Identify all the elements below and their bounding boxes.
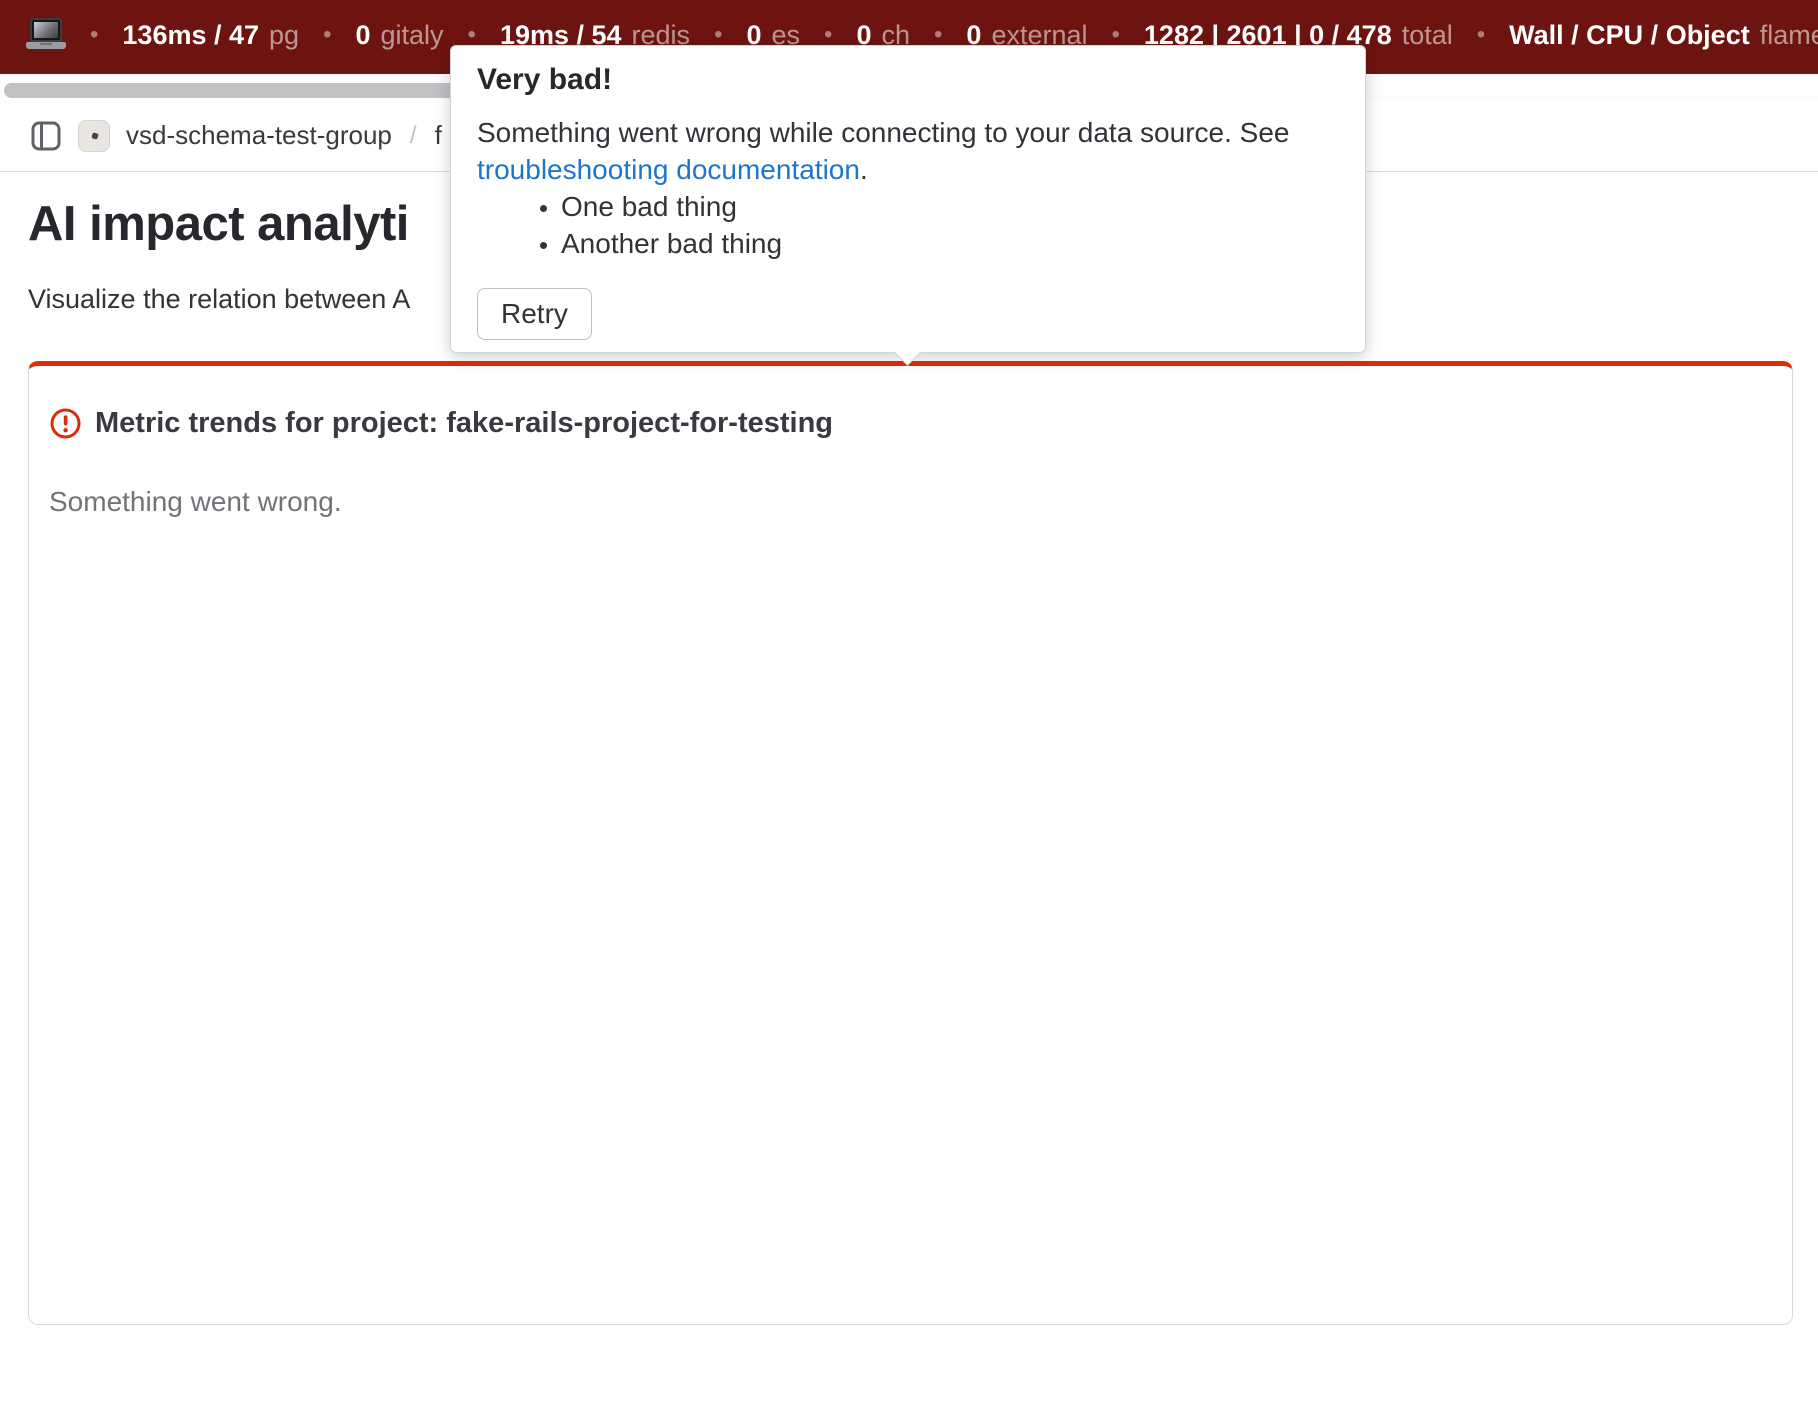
popover-issue-item: Another bad thing: [561, 225, 1339, 262]
laptop-icon: [26, 18, 66, 52]
group-avatar[interactable]: [78, 120, 110, 152]
popover-body-suffix: .: [860, 154, 868, 185]
perf-metric-pg[interactable]: 136ms / 47 pg: [122, 20, 299, 51]
retry-button[interactable]: Retry: [477, 288, 592, 340]
perf-metric-gitaly[interactable]: 0 gitaly: [355, 20, 443, 51]
error-popover: Very bad! Something went wrong while con…: [450, 45, 1366, 353]
popover-issues-list: One bad thing Another bad thing: [477, 188, 1339, 262]
popover-issue-item: One bad thing: [561, 188, 1339, 225]
error-icon: [49, 407, 82, 440]
panel-title-row: Metric trends for project: fake-rails-pr…: [49, 406, 1772, 440]
popover-body-text: Something went wrong while connecting to…: [477, 117, 1289, 148]
panel-title: Metric trends for project: fake-rails-pr…: [95, 406, 833, 440]
popover-title: Very bad!: [477, 60, 1339, 100]
perf-flamegraph-links[interactable]: Wall / CPU / Object flamegraph: [1509, 20, 1818, 51]
breadcrumb-project-link[interactable]: f: [435, 120, 442, 151]
metric-trends-panel: Metric trends for project: fake-rails-pr…: [28, 361, 1793, 1325]
popover-body: Something went wrong while connecting to…: [477, 114, 1339, 188]
breadcrumb-separator: /: [410, 122, 417, 150]
separator-dot: [90, 21, 98, 49]
troubleshooting-doc-link[interactable]: troubleshooting documentation: [477, 154, 860, 185]
page-subtitle: Visualize the relation between A: [28, 284, 410, 315]
page-title: AI impact analyti: [28, 196, 409, 252]
separator-dot: [1477, 21, 1485, 49]
separator-dot: [323, 21, 331, 49]
breadcrumb-group-link[interactable]: vsd-schema-test-group: [126, 120, 392, 151]
panel-error-message: Something went wrong.: [49, 486, 1772, 518]
sidebar-toggle-icon[interactable]: [30, 120, 62, 152]
